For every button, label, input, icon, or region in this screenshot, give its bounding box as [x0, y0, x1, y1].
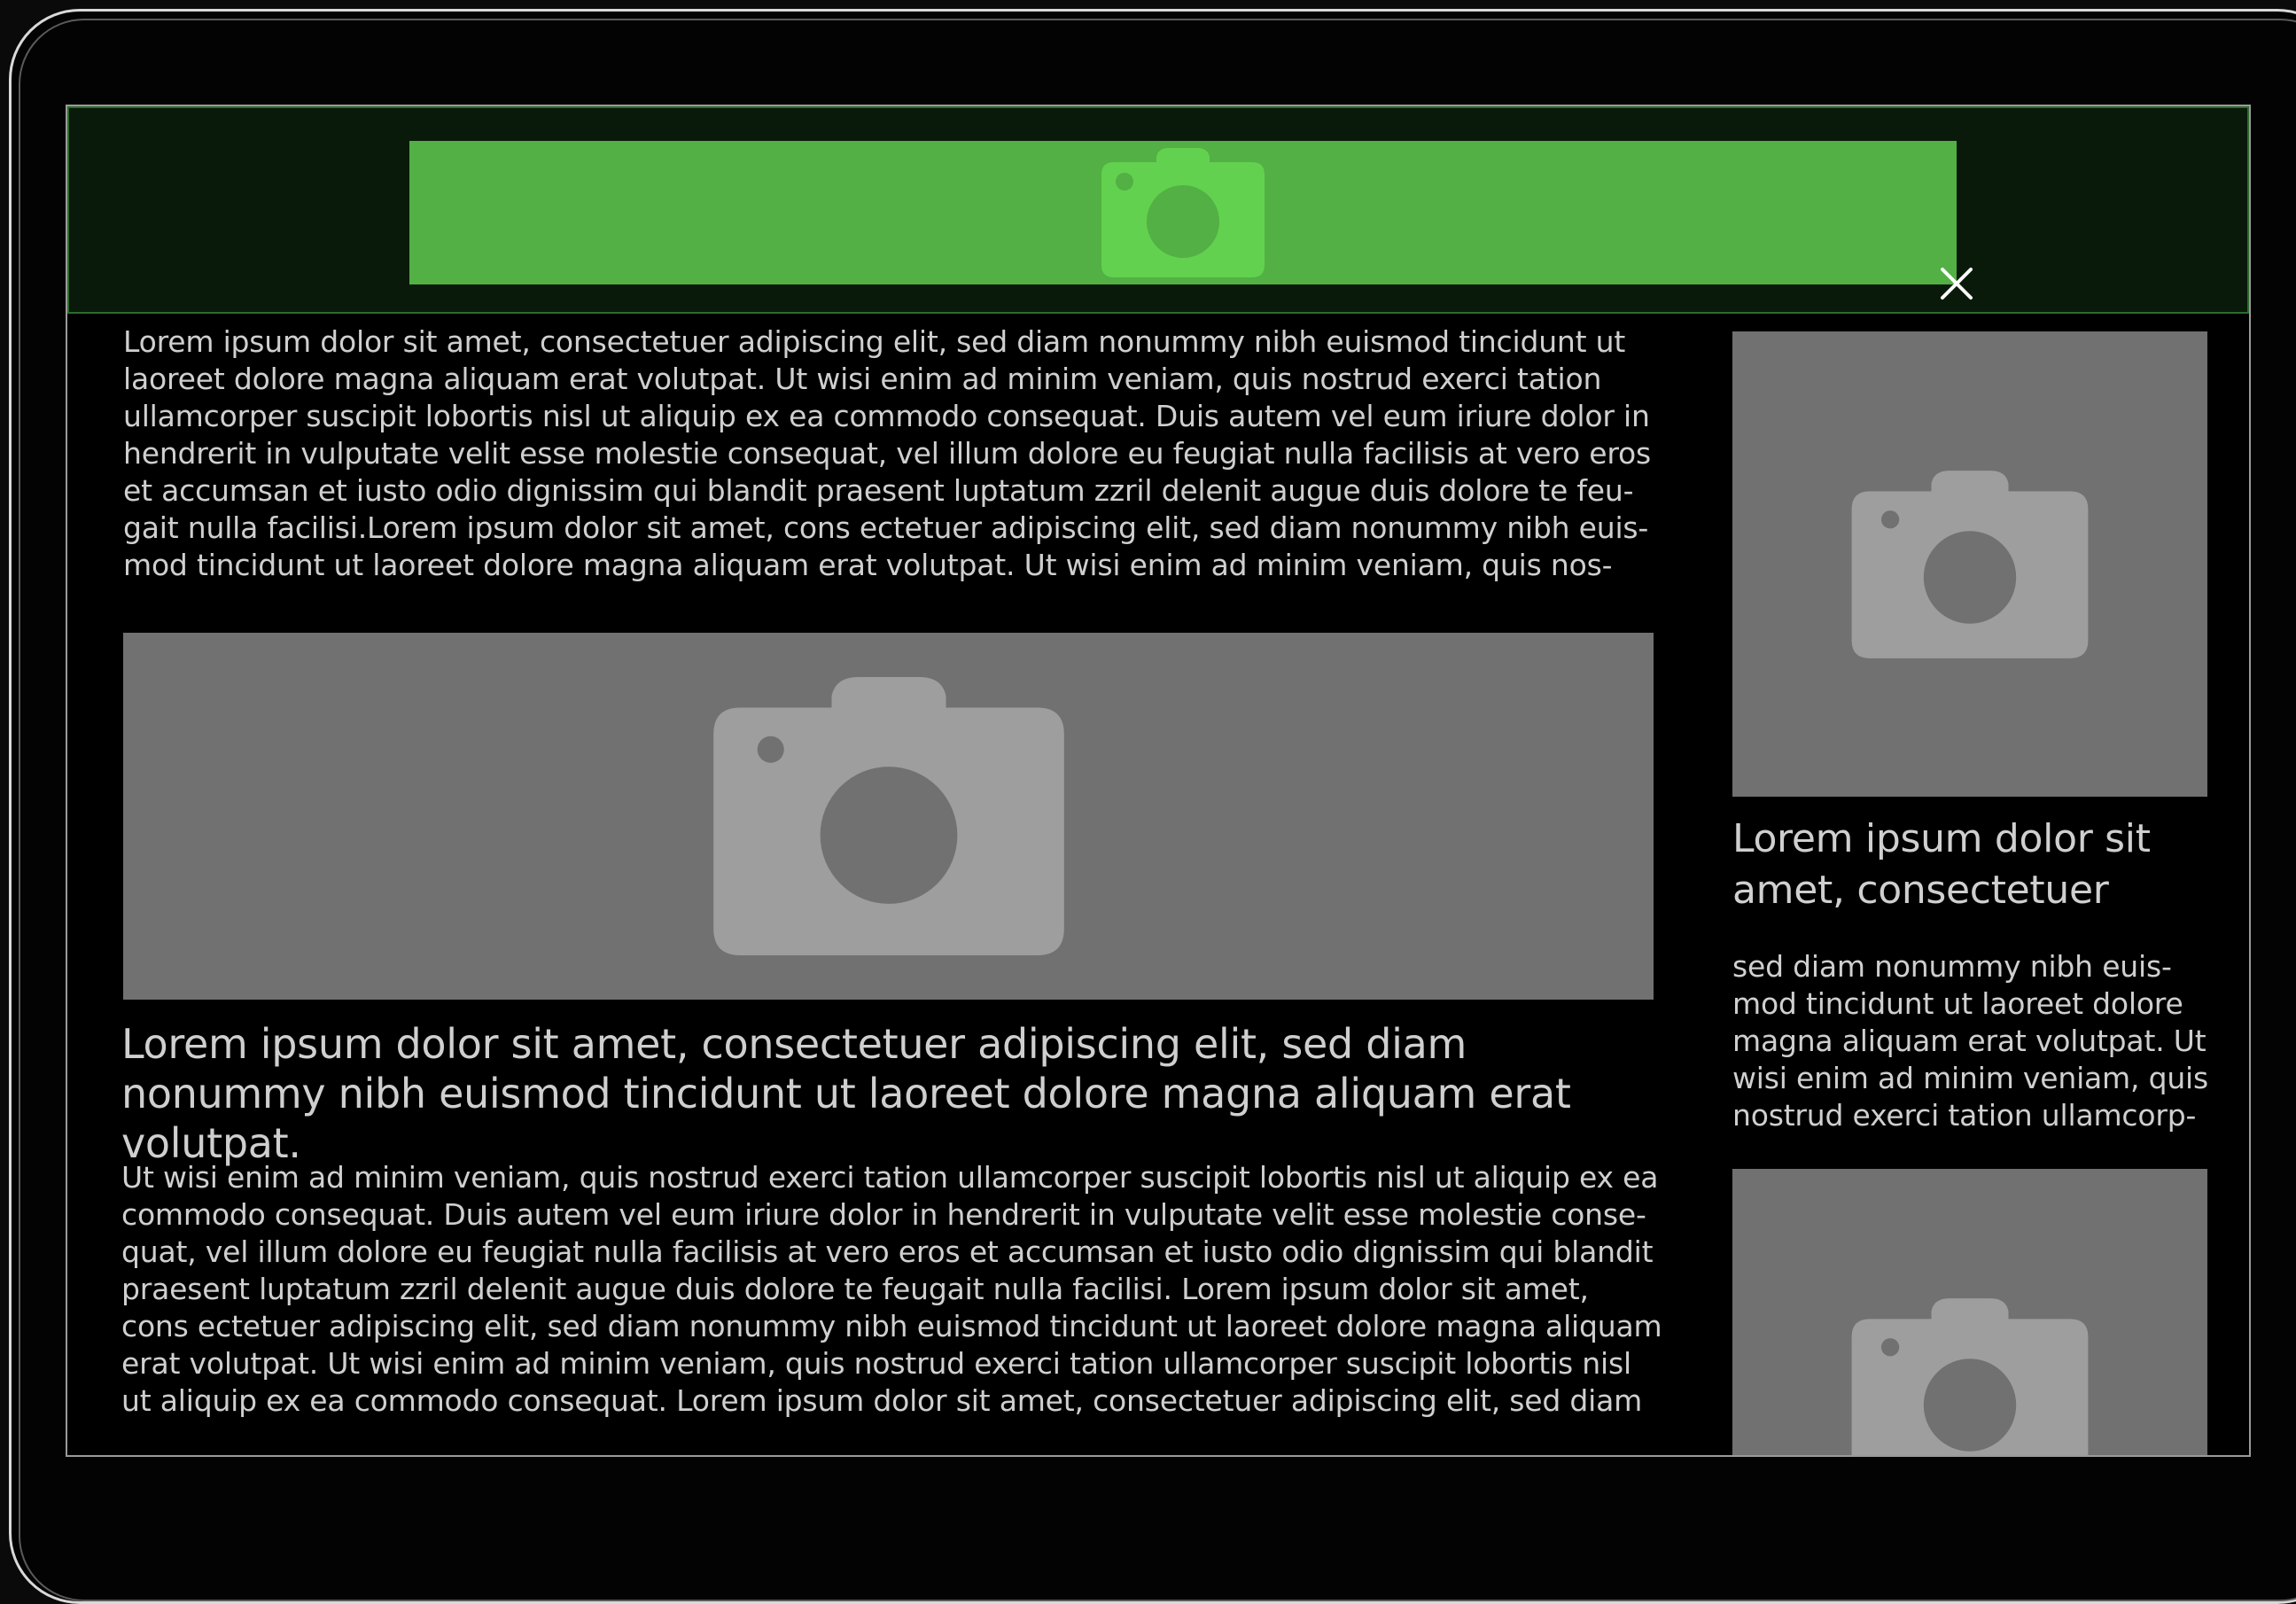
article-intro: Lorem ipsum dolor sit amet, consectetuer…	[123, 324, 1651, 582]
camera-icon	[1841, 1295, 2098, 1455]
camera-icon	[1841, 467, 2098, 662]
article-image[interactable]	[123, 633, 1654, 1000]
camera-icon	[698, 670, 1079, 962]
sidebar-image[interactable]	[1732, 1169, 2207, 1455]
camera-icon	[1094, 146, 1272, 279]
sidebar-image[interactable]	[1732, 331, 2207, 797]
close-button[interactable]	[1930, 257, 1983, 310]
close-icon	[1930, 257, 1983, 310]
banner-ad-region	[67, 106, 2249, 314]
sidebar-body: sed diam nonummy nibh euis-mod tincidunt…	[1732, 949, 2209, 1133]
banner-ad[interactable]	[409, 141, 1957, 284]
article-body: Ut wisi enim ad minim veniam, quis nostr…	[121, 1160, 1662, 1418]
sidebar-headline[interactable]: Lorem ipsum dolor sit amet, consectetuer	[1732, 814, 2211, 916]
article-headline[interactable]: Lorem ipsum dolor sit amet, consectetuer…	[121, 1019, 1672, 1168]
screen: Lorem ipsum dolor sit amet, consectetuer…	[66, 105, 2251, 1457]
